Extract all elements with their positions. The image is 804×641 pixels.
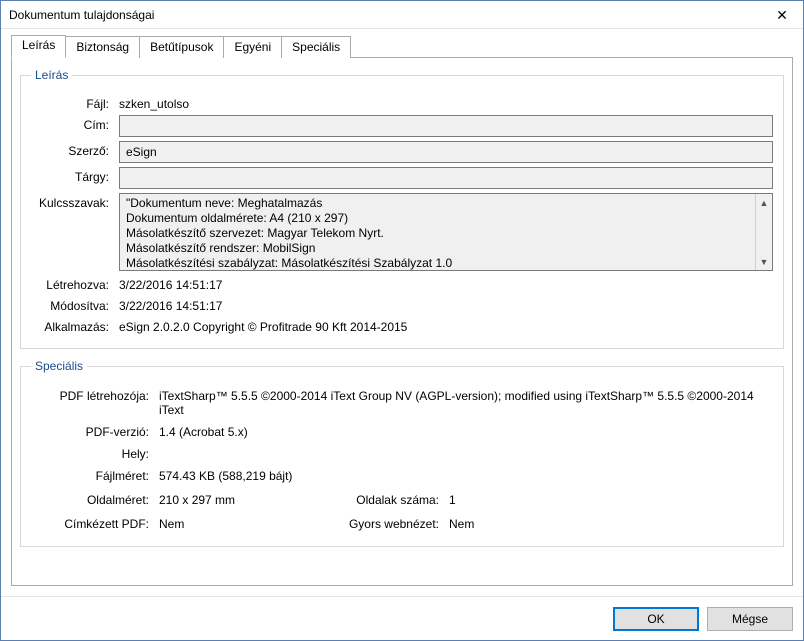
group-special: Speciális PDF létrehozója: iTextSharp™ 5… (20, 359, 784, 547)
tab-special[interactable]: Speciális (281, 36, 351, 58)
scroll-down-button[interactable]: ▼ (756, 253, 773, 270)
fastweb-label: Gyors webnézet: (329, 517, 449, 531)
location-label: Hely: (31, 444, 159, 461)
pdf-version-value: 1.4 (Acrobat 5.x) (159, 422, 248, 439)
dialog-footer: OK Mégse (1, 596, 803, 640)
tab-custom[interactable]: Egyéni (223, 36, 282, 58)
file-label: Fájl: (31, 94, 119, 111)
author-field[interactable] (119, 141, 773, 163)
titlebar: Dokumentum tulajdonságai ✕ (1, 1, 803, 29)
producer-label: PDF létrehozója: (31, 386, 159, 403)
dialog-window: Dokumentum tulajdonságai ✕ Leírás Bizton… (0, 0, 804, 641)
cancel-button[interactable]: Mégse (707, 607, 793, 631)
pagesize-value: 210 x 297 mm (159, 493, 329, 507)
subject-label: Tárgy: (31, 167, 119, 184)
tab-fonts[interactable]: Betűtípusok (139, 36, 224, 58)
group-description: Leírás Fájl: szken_utolso Cím: Szerző: T… (20, 68, 784, 349)
group-description-legend: Leírás (31, 68, 72, 82)
tab-description[interactable]: Leírás (11, 35, 66, 58)
ok-button[interactable]: OK (613, 607, 699, 631)
tagged-label: Címkézett PDF: (31, 517, 159, 531)
tagged-value: Nem (159, 517, 329, 531)
pagesize-label: Oldalméret: (31, 493, 159, 507)
filesize-label: Fájlméret: (31, 466, 159, 483)
pdf-version-label: PDF-verzió: (31, 422, 159, 439)
keywords-scrollbar[interactable]: ▲ ▼ (755, 194, 772, 270)
author-label: Szerző: (31, 141, 119, 158)
chevron-up-icon: ▲ (760, 198, 769, 208)
fastweb-value: Nem (449, 517, 474, 531)
keywords-box: "Dokumentum neve: Meghatalmazás Dokument… (119, 193, 773, 271)
title-field[interactable] (119, 115, 773, 137)
close-icon: ✕ (776, 8, 788, 22)
created-label: Létrehozva: (31, 275, 119, 292)
application-label: Alkalmazás: (31, 317, 119, 334)
modified-label: Módosítva: (31, 296, 119, 313)
producer-value: iTextSharp™ 5.5.5 ©2000-2014 iText Group… (159, 386, 773, 417)
tabstrip: Leírás Biztonság Betűtípusok Egyéni Spec… (11, 36, 793, 58)
filesize-value: 574.43 KB (588,219 bájt) (159, 466, 292, 483)
client-area: Leírás Biztonság Betűtípusok Egyéni Spec… (1, 29, 803, 596)
keywords-label: Kulcsszavak: (31, 193, 119, 210)
scroll-up-button[interactable]: ▲ (756, 194, 773, 211)
group-special-legend: Speciális (31, 359, 87, 373)
window-title: Dokumentum tulajdonságai (9, 8, 761, 22)
file-value: szken_utolso (119, 94, 189, 111)
modified-value: 3/22/2016 14:51:17 (119, 296, 222, 313)
subject-field[interactable] (119, 167, 773, 189)
tab-security[interactable]: Biztonság (65, 36, 140, 58)
keywords-field[interactable]: "Dokumentum neve: Meghatalmazás Dokument… (120, 194, 755, 270)
chevron-down-icon: ▼ (760, 257, 769, 267)
pagecount-value: 1 (449, 493, 456, 507)
tab-panel: Leírás Fájl: szken_utolso Cím: Szerző: T… (11, 57, 793, 586)
application-value: eSign 2.0.2.0 Copyright © Profitrade 90 … (119, 317, 407, 334)
pagecount-label: Oldalak száma: (329, 493, 449, 507)
created-value: 3/22/2016 14:51:17 (119, 275, 222, 292)
window-close-button[interactable]: ✕ (761, 1, 803, 28)
title-label: Cím: (31, 115, 119, 132)
